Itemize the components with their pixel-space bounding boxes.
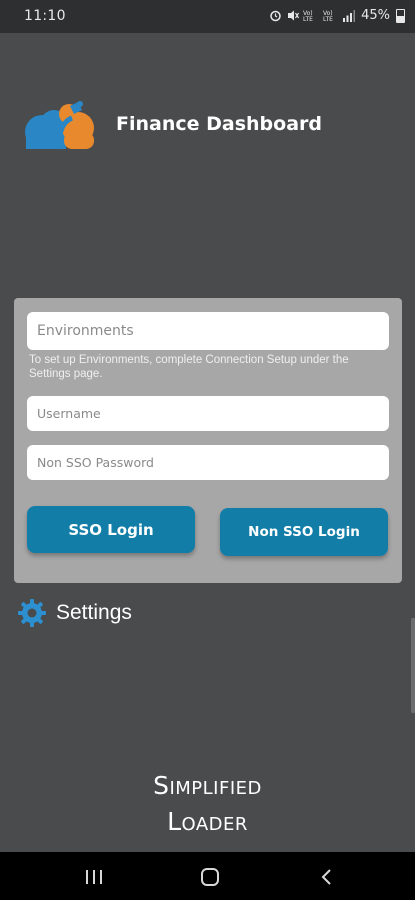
app-header: Finance Dashboard [22,94,322,154]
brand-wordmark: Simplified Loader [0,768,415,840]
system-nav-bar [0,852,415,900]
app-title: Finance Dashboard [116,113,323,135]
svg-text:LTE: LTE [303,16,313,22]
battery-percent: 45% [361,8,390,23]
edge-panel-handle[interactable] [411,618,415,713]
sso-login-button[interactable]: SSO Login [27,506,195,553]
battery-icon [396,8,405,23]
status-icons: Vo) LTE Vo) LTE 45% [269,8,405,23]
non-sso-login-button[interactable]: Non SSO Login [220,508,388,556]
home-icon[interactable] [198,866,222,888]
password-field[interactable]: Non SSO Password [27,445,389,480]
login-card: Environments To set up Environments, com… [14,298,402,583]
app-logo-icon [25,101,94,150]
environments-dropdown[interactable]: Environments [27,312,389,350]
password-placeholder: Non SSO Password [37,455,154,470]
back-icon[interactable] [315,866,339,888]
settings-link[interactable]: Settings [17,598,132,628]
wifi-icon: Vo) LTE [323,10,333,22]
settings-label: Settings [56,601,132,624]
username-field[interactable]: Username [27,396,389,431]
gear-icon [18,599,46,627]
status-bar: 11:10 Vo) LTE Vo) LTE 45% [0,0,415,33]
volte-icon: Vo) LTE [303,10,313,22]
mute-icon [288,10,300,21]
environments-hint: To set up Environments, complete Connect… [29,354,349,380]
alarm-icon [270,10,281,22]
status-time: 11:10 [24,8,66,24]
environments-placeholder: Environments [37,323,134,339]
recents-icon[interactable] [82,866,106,888]
username-placeholder: Username [37,406,101,421]
brand-line-2: Loader [167,807,248,836]
svg-text:LTE: LTE [323,16,333,22]
signal-icon [343,9,356,22]
brand-line-1: Simplified [153,771,262,800]
